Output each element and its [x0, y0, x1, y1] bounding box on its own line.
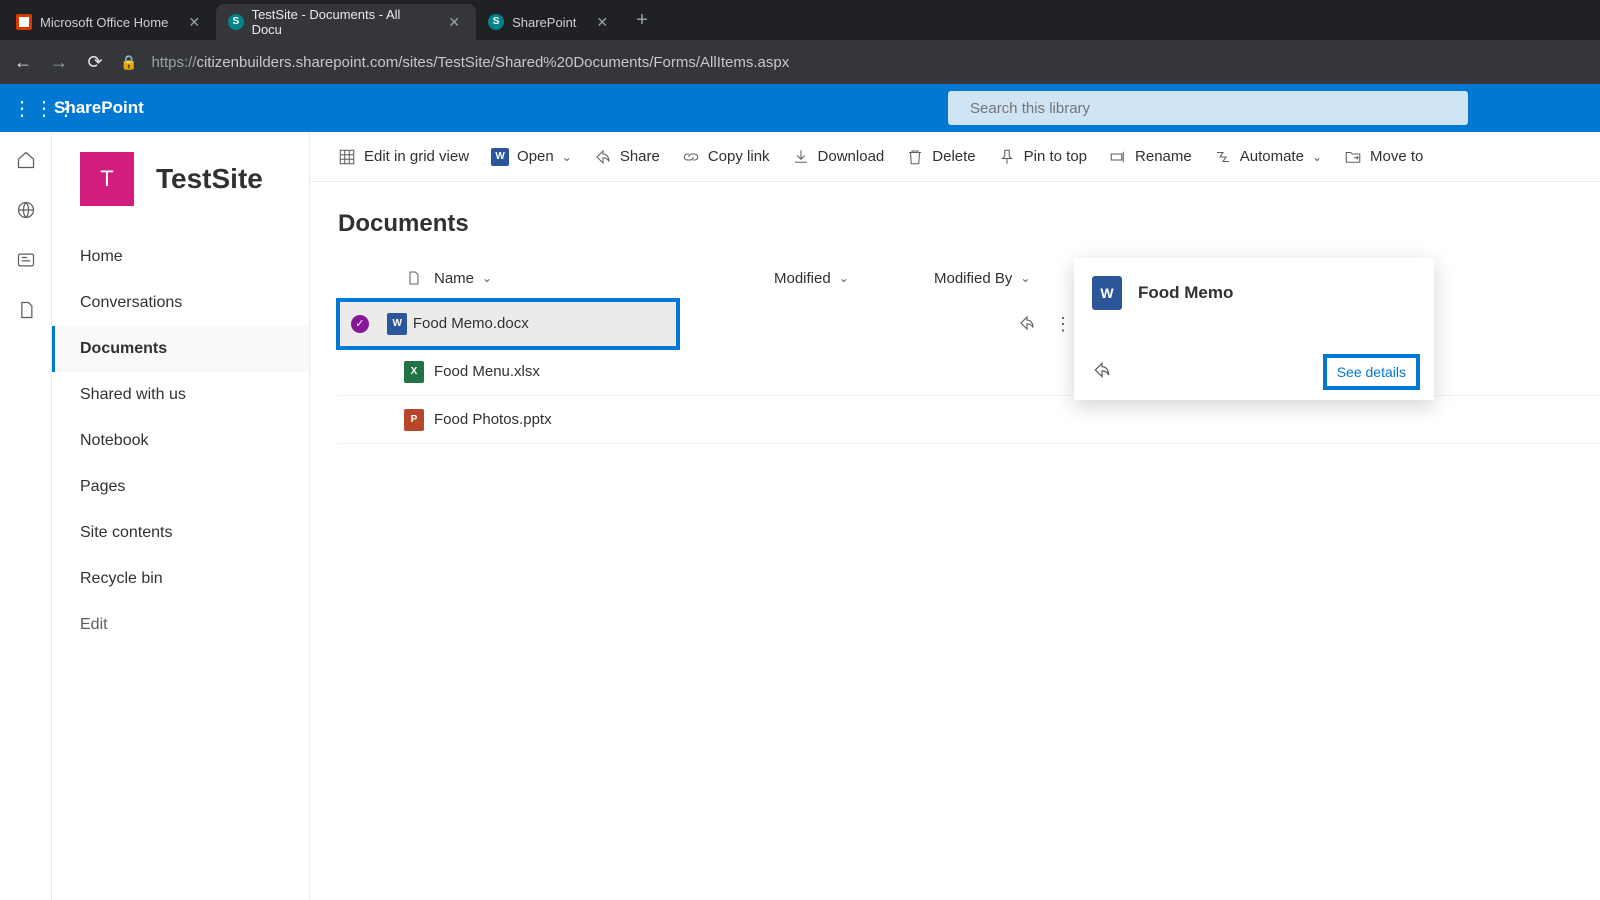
browser-tab[interactable]: Microsoft Office Home ✕: [4, 4, 216, 40]
hover-share-icon[interactable]: [1092, 360, 1112, 385]
column-modified[interactable]: Modified⌄: [774, 270, 934, 287]
chevron-down-icon: ⌄: [839, 271, 849, 285]
move-icon: [1344, 148, 1362, 166]
tab-label: TestSite - Documents - All Docu: [252, 7, 429, 37]
cmd-pin[interactable]: Pin to top: [998, 148, 1087, 166]
see-details-link[interactable]: See details: [1327, 358, 1416, 386]
reload-button[interactable]: ⟳: [84, 52, 106, 73]
link-icon: [682, 148, 700, 166]
nav-edit[interactable]: Edit: [52, 602, 309, 648]
news-icon[interactable]: [16, 250, 36, 270]
office-icon: [16, 14, 32, 30]
sharepoint-icon: S: [488, 14, 504, 30]
file-type-column-icon[interactable]: [394, 269, 434, 287]
cmd-delete[interactable]: Delete: [906, 148, 975, 166]
cmd-open[interactable]: WOpen⌄: [491, 148, 572, 166]
share-icon: [594, 148, 612, 166]
globe-icon[interactable]: [16, 200, 36, 220]
browser-tab[interactable]: S SharePoint ✕: [476, 4, 624, 40]
chevron-down-icon: ⌄: [482, 271, 492, 285]
cmd-move[interactable]: Move to: [1344, 148, 1423, 166]
close-icon[interactable]: ✕: [592, 14, 612, 31]
forward-button[interactable]: →: [48, 52, 70, 73]
file-name[interactable]: Food Memo.docx: [413, 315, 529, 332]
lock-icon: 🔒: [120, 54, 137, 71]
pin-icon: [998, 148, 1016, 166]
nav-documents[interactable]: Documents: [52, 326, 309, 372]
main-content: Edit in grid view WOpen⌄ Share Copy link…: [310, 132, 1600, 900]
sharepoint-icon: S: [228, 14, 243, 30]
nav-conversations[interactable]: Conversations: [52, 280, 309, 326]
new-tab-button[interactable]: +: [624, 9, 660, 32]
chevron-down-icon: ⌄: [1020, 271, 1030, 285]
row-share-icon[interactable]: [1018, 314, 1036, 337]
nav-site-contents[interactable]: Site contents: [52, 510, 309, 556]
cmd-rename[interactable]: Rename: [1109, 148, 1192, 166]
trash-icon: [906, 148, 924, 166]
back-button[interactable]: ←: [12, 52, 34, 73]
library-title: Documents: [310, 182, 1600, 256]
site-title[interactable]: TestSite: [156, 163, 263, 195]
app-launcher-icon[interactable]: ⋮⋮⋮: [12, 96, 36, 121]
cmd-share[interactable]: Share: [594, 148, 660, 166]
brand-label[interactable]: SharePoint: [54, 98, 144, 118]
table-row[interactable]: ✓ W Food Memo.docx: [338, 300, 678, 348]
browser-tab-active[interactable]: S TestSite - Documents - All Docu ✕: [216, 4, 476, 40]
files-icon[interactable]: [16, 300, 36, 320]
cmd-download[interactable]: Download: [792, 148, 885, 166]
close-icon[interactable]: ✕: [184, 14, 204, 31]
file-name[interactable]: Food Photos.pptx: [434, 411, 552, 428]
nav-home[interactable]: Home: [52, 234, 309, 280]
search-input[interactable]: [970, 100, 1456, 117]
nav-notebook[interactable]: Notebook: [52, 418, 309, 464]
row-more-icon[interactable]: ⋮: [1054, 314, 1072, 337]
file-name[interactable]: Food Menu.xlsx: [434, 363, 540, 380]
file-hover-card: W Food Memo See details: [1074, 258, 1434, 400]
close-icon[interactable]: ✕: [444, 14, 464, 31]
column-modified-by[interactable]: Modified By⌄: [934, 270, 1094, 287]
cmd-edit-grid[interactable]: Edit in grid view: [338, 148, 469, 166]
app-rail: [0, 132, 52, 900]
chevron-down-icon: ⌄: [1312, 150, 1322, 164]
browser-tab-strip: Microsoft Office Home ✕ S TestSite - Doc…: [0, 0, 1600, 40]
word-file-icon: W: [1092, 276, 1122, 310]
site-header: T TestSite: [52, 132, 309, 228]
left-nav: T TestSite Home Conversations Documents …: [52, 132, 310, 900]
tab-label: Microsoft Office Home: [40, 15, 168, 30]
nav-shared-with-us[interactable]: Shared with us: [52, 372, 309, 418]
flow-icon: [1214, 148, 1232, 166]
home-icon[interactable]: [16, 150, 36, 170]
powerpoint-file-icon: P: [404, 409, 424, 431]
word-file-icon: W: [387, 313, 407, 335]
download-icon: [792, 148, 810, 166]
cmd-copy-link[interactable]: Copy link: [682, 148, 770, 166]
suite-bar: ⋮⋮⋮ SharePoint: [0, 84, 1600, 132]
site-logo[interactable]: T: [80, 152, 134, 206]
url-field[interactable]: https://citizenbuilders.sharepoint.com/s…: [151, 54, 1588, 71]
tab-label: SharePoint: [512, 15, 576, 30]
browser-url-bar: ← → ⟳ 🔒 https://citizenbuilders.sharepoi…: [0, 40, 1600, 84]
nav-pages[interactable]: Pages: [52, 464, 309, 510]
chevron-down-icon: ⌄: [562, 150, 572, 164]
excel-file-icon: X: [404, 361, 424, 383]
nav-recycle-bin[interactable]: Recycle bin: [52, 556, 309, 602]
rename-icon: [1109, 148, 1127, 166]
command-bar: Edit in grid view WOpen⌄ Share Copy link…: [310, 132, 1600, 182]
word-icon: W: [491, 148, 509, 166]
table-row[interactable]: P Food Photos.pptx: [338, 396, 1600, 444]
hover-card-title: Food Memo: [1138, 283, 1233, 303]
cmd-automate[interactable]: Automate⌄: [1214, 148, 1322, 166]
column-name[interactable]: Name⌄: [434, 270, 774, 287]
grid-icon: [338, 148, 356, 166]
search-box[interactable]: [948, 91, 1468, 125]
selected-check-icon[interactable]: ✓: [351, 315, 369, 333]
